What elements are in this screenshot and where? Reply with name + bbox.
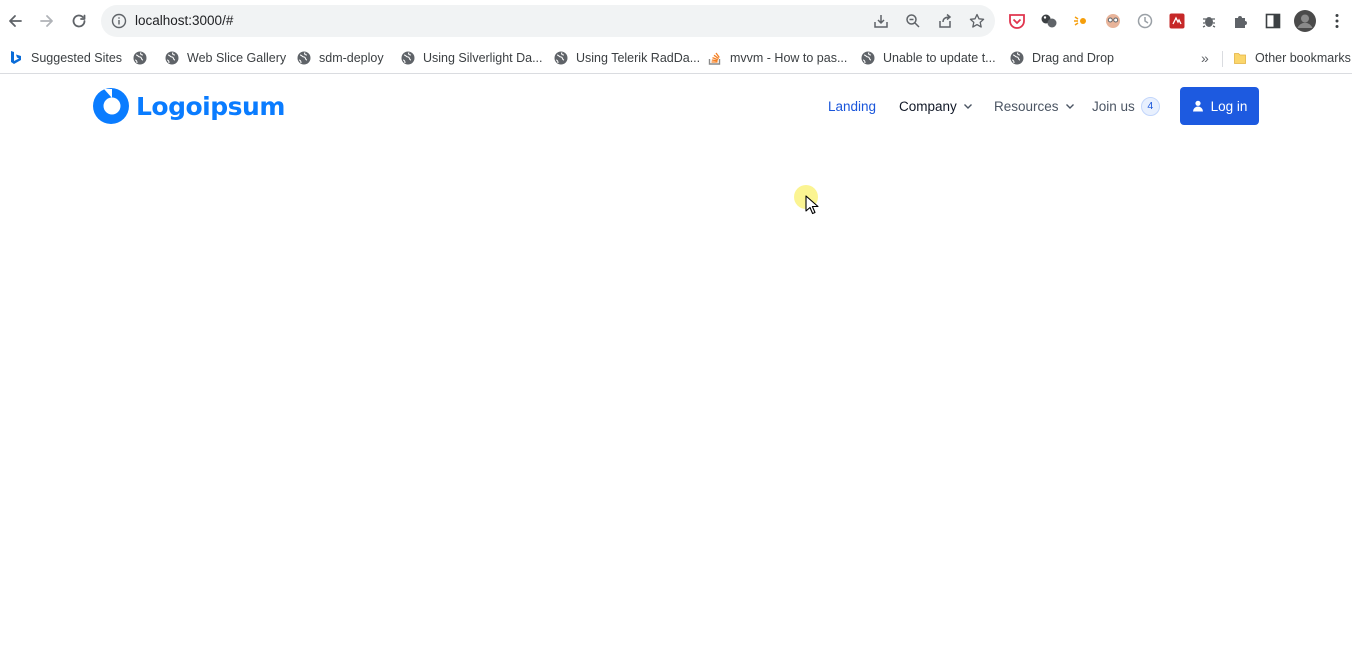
globe-icon — [401, 51, 415, 65]
nav-join-us[interactable]: Join us 4 — [1092, 94, 1160, 118]
nav-landing[interactable]: Landing — [828, 94, 876, 118]
chevron-down-icon — [1065, 104, 1074, 109]
reload-button[interactable] — [67, 9, 91, 33]
share-icon — [939, 13, 952, 28]
globe-icon — [554, 51, 568, 65]
face-icon — [1106, 14, 1120, 28]
login-button[interactable]: Log in — [1180, 87, 1259, 125]
extension-red-square[interactable] — [1167, 11, 1187, 31]
back-arrow-icon — [9, 15, 22, 27]
zoom-button[interactable] — [903, 11, 923, 31]
extension-bug[interactable] — [1199, 11, 1219, 31]
nav-company[interactable]: Company — [899, 94, 973, 118]
star-icon — [969, 13, 985, 28]
bookmark-item[interactable]: Web Slice Gallery — [165, 49, 286, 67]
nav-resources[interactable]: Resources — [994, 94, 1075, 118]
share-button[interactable] — [935, 11, 955, 31]
forward-button[interactable] — [35, 9, 59, 33]
bookmark-item[interactable]: sdm-deploy — [297, 49, 384, 67]
web-page: Logoipsum Landing Company Resources Join… — [0, 75, 1352, 666]
red-square-icon — [1169, 13, 1185, 29]
kebab-menu-icon — [1335, 14, 1339, 28]
bookmark-item[interactable] — [133, 49, 155, 67]
globe-icon — [861, 51, 875, 65]
extensions-menu-button[interactable] — [1231, 11, 1251, 31]
other-bookmarks-folder[interactable]: Other bookmarks — [1233, 49, 1351, 67]
balls-icon — [1041, 14, 1057, 28]
forward-arrow-icon — [40, 15, 53, 27]
bookmark-item[interactable]: Using Silverlight Da... — [401, 49, 543, 67]
bookmark-star-button[interactable] — [967, 11, 987, 31]
bookmarks-divider — [1222, 51, 1223, 67]
side-panel-button[interactable] — [1263, 11, 1283, 31]
url-text[interactable]: localhost:3000/# — [135, 13, 233, 29]
profile-avatar[interactable] — [1293, 9, 1317, 33]
globe-icon — [165, 51, 179, 65]
extension-face[interactable] — [1103, 11, 1123, 31]
bookmark-item[interactable]: Drag and Drop — [1010, 49, 1114, 67]
bookmark-item[interactable]: Using Telerik RadDa... — [554, 49, 700, 67]
user-icon — [1192, 100, 1203, 112]
zoom-icon — [906, 14, 920, 28]
pocket-extension[interactable] — [1007, 11, 1027, 31]
bookmarks-overflow-button[interactable]: » — [1201, 49, 1209, 67]
puzzle-icon — [1235, 16, 1247, 28]
mouse-pointer-icon — [805, 195, 819, 215]
site-info-icon[interactable] — [111, 13, 127, 29]
timer-icon — [1137, 13, 1153, 29]
back-button[interactable] — [3, 9, 27, 33]
side-panel-icon — [1265, 13, 1281, 29]
browser-menu-button[interactable] — [1327, 11, 1347, 31]
stackoverflow-icon — [708, 51, 722, 65]
browser-toolbar: localhost:3000/# — [0, 0, 1352, 42]
bug-icon — [1202, 17, 1216, 28]
bookmark-item[interactable]: Unable to update t... — [861, 49, 996, 67]
globe-icon — [133, 51, 147, 65]
address-bar[interactable]: localhost:3000/# — [101, 5, 995, 37]
pocket-icon — [1009, 14, 1025, 29]
chevron-down-icon — [963, 104, 972, 109]
bookmark-item[interactable]: mvvm - How to pas... — [708, 49, 847, 67]
folder-icon — [1233, 51, 1247, 65]
site-navigation: Landing Company Resources Join us 4 — [0, 94, 1352, 118]
bookmark-item[interactable]: Suggested Sites — [9, 49, 122, 67]
bookmarks-bar: Suggested Sites Web Slice Gallery sdm-de… — [0, 42, 1352, 74]
globe-icon — [297, 51, 311, 65]
bing-icon — [9, 51, 23, 65]
extension-timer[interactable] — [1135, 11, 1155, 31]
install-icon — [874, 15, 888, 28]
avatar-icon — [1294, 10, 1316, 32]
extension-spark[interactable] — [1071, 11, 1091, 31]
join-us-count-badge: 4 — [1140, 96, 1160, 116]
extension-balls[interactable] — [1039, 11, 1059, 31]
reload-icon — [72, 14, 86, 28]
install-app-button[interactable] — [871, 11, 891, 31]
spark-icon — [1074, 16, 1086, 26]
globe-icon — [1010, 51, 1024, 65]
